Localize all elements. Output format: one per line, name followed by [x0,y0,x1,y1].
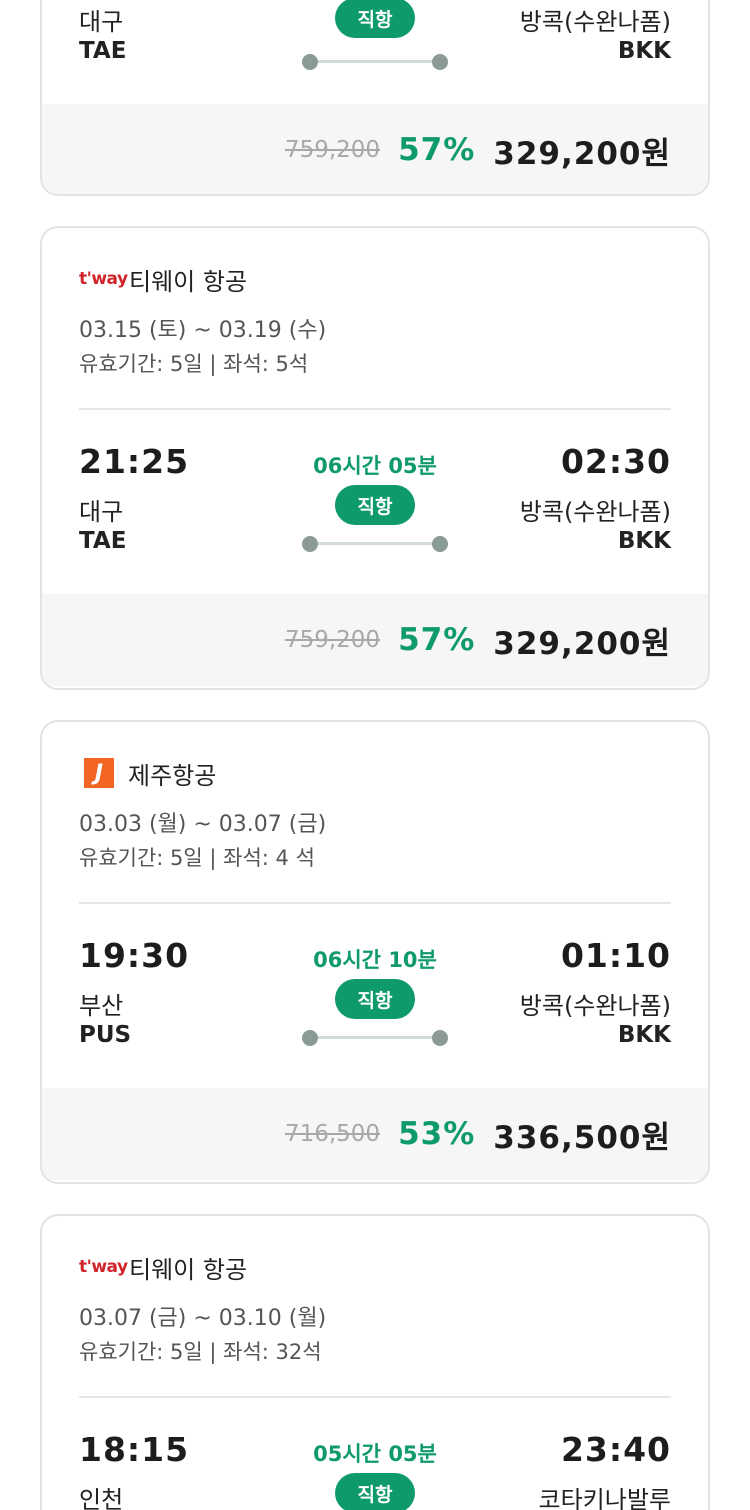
flight-card[interactable]: 대구 TAE 직항 방콕(수완나폼) BKK 759,200 57% 329,2… [40,0,710,196]
departure-code: PUS [79,1022,132,1048]
arrival-time: 02:30 [560,442,671,481]
flight-duration: 06시간 10분 [313,948,437,972]
travel-dates: 03.03 (월) ~ 03.07 (금) [79,812,327,837]
flight-duration: 06시간 05분 [313,454,437,478]
origin-dot-icon [302,54,318,70]
validity-seats: 유효기간: 5일 | 좌석: 4 석 [79,846,315,870]
discount-rate: 53% [398,1116,476,1152]
airline-row: t'way 티웨이 항공 [79,264,671,296]
airline-row: J 제주항공 [79,758,671,790]
departure-time: 21:25 [79,442,190,481]
origin-dot-icon [302,1030,318,1046]
departure-code: TAE [79,38,127,64]
destination-dot-icon [432,54,448,70]
direct-badge: 직항 [335,979,415,1019]
direct-badge: 직항 [335,0,415,38]
route-track [302,1030,448,1046]
validity-seats: 유효기간: 5일 | 좌석: 5석 [79,352,309,376]
departure-code: TAE [79,528,127,554]
price-bar: 759,200 57% 329,200원 [42,104,708,194]
destination-dot-icon [432,1030,448,1046]
flight-card[interactable]: t'way 티웨이 항공 03.07 (금) ~ 03.10 (월) 유효기간:… [40,1214,710,1510]
direct-badge: 직항 [335,485,415,525]
airline-name: 티웨이 항공 [129,267,248,296]
arrival-time: 01:10 [560,936,671,975]
departure-city: 부산 [79,992,124,1020]
route-track [302,536,448,552]
arrival-code: BKK [617,1022,671,1048]
discount-rate: 57% [398,622,476,658]
route-info: 19:30 부산 PUS 06시간 10분 직항 01:10 방콕(수완나폼) … [79,904,671,1088]
airline-name: 티웨이 항공 [129,1255,248,1284]
price-bar: 759,200 57% 329,200원 [42,594,708,686]
departure-time: 18:15 [79,1430,190,1469]
jeju-air-logo-icon: J [84,758,114,788]
route-info: 21:25 대구 TAE 06시간 05분 직항 02:30 방콕(수완나폼) … [79,410,671,594]
origin-dot-icon [302,536,318,552]
flight-card[interactable]: t'way 티웨이 항공 03.15 (토) ~ 03.19 (수) 유효기간:… [40,226,710,690]
validity-seats: 유효기간: 5일 | 좌석: 32석 [79,1340,322,1364]
route-info: 18:15 인천 05시간 05분 직항 23:40 코타키나발루 [79,1398,671,1510]
price-bar: 716,500 53% 336,500원 [42,1088,708,1180]
destination-dot-icon [432,536,448,552]
original-price: 759,200 [284,137,381,163]
travel-dates: 03.15 (토) ~ 03.19 (수) [79,318,327,343]
airline-name: 제주항공 [128,761,217,790]
arrival-time: 23:40 [560,1430,671,1469]
departure-city: 인천 [79,1486,124,1510]
tway-logo-icon: t'way [79,269,128,289]
flight-duration: 05시간 05분 [313,1442,437,1466]
departure-city: 대구 [79,8,124,36]
arrival-city: 방콕(수완나폼) [519,498,671,526]
sale-price: 329,200원 [493,625,671,662]
airline-row: t'way 티웨이 항공 [79,1252,671,1284]
discount-rate: 57% [398,132,476,168]
departure-city: 대구 [79,498,124,526]
departure-time: 19:30 [79,936,190,975]
flight-card[interactable]: J 제주항공 03.03 (월) ~ 03.07 (금) 유효기간: 5일 | … [40,720,710,1184]
arrival-city: 코타키나발루 [538,1486,671,1510]
sale-price: 329,200원 [493,135,671,172]
original-price: 716,500 [284,1121,381,1147]
travel-dates: 03.07 (금) ~ 03.10 (월) [79,1306,327,1331]
sale-price: 336,500원 [493,1119,671,1156]
route-track [302,54,448,70]
tway-logo-icon: t'way [79,1257,128,1277]
arrival-city: 방콕(수완나폼) [519,992,671,1020]
arrival-code: BKK [617,38,671,64]
direct-badge: 직항 [335,1473,415,1510]
arrival-city: 방콕(수완나폼) [519,8,671,36]
arrival-code: BKK [617,528,671,554]
original-price: 759,200 [284,627,381,653]
